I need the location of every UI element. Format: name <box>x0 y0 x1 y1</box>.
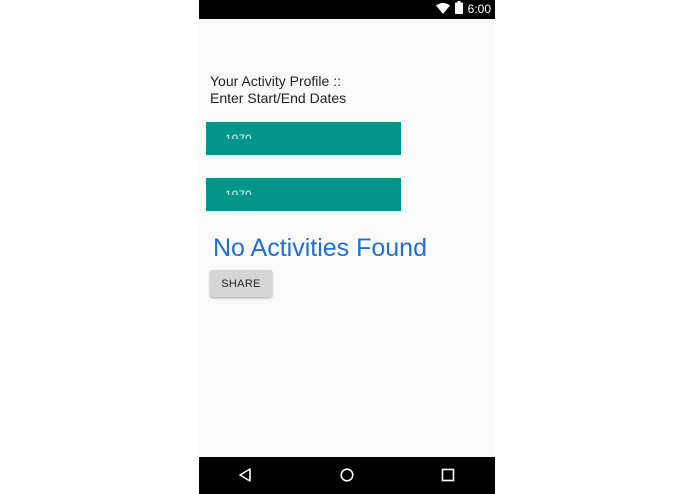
back-icon[interactable] <box>235 465 255 485</box>
status-time: 6:00 <box>467 2 491 16</box>
profile-title-line1: Your Activity Profile :: <box>210 73 341 89</box>
home-icon[interactable] <box>337 465 357 485</box>
end-date-field[interactable]: 1970 <box>206 178 401 211</box>
navigation-bar <box>199 457 495 494</box>
status-icons: 6:00 <box>435 0 491 19</box>
end-date-value: 1970 <box>225 189 252 195</box>
wifi-icon <box>435 1 450 19</box>
profile-title-line2: Enter Start/End Dates <box>210 90 347 106</box>
main-content: Your Activity Profile :: Enter Start/End… <box>199 19 495 457</box>
status-bar: 6:00 <box>199 0 495 19</box>
profile-title: Your Activity Profile :: Enter Start/End… <box>210 73 346 107</box>
battery-icon <box>454 0 463 19</box>
start-date-value: 1970 <box>225 133 252 139</box>
recent-apps-icon[interactable] <box>438 465 458 485</box>
share-button[interactable]: SHARE <box>210 270 272 297</box>
no-activities-message: No Activities Found <box>213 234 427 262</box>
start-date-field[interactable]: 1970 <box>206 122 401 155</box>
phone-screen: 6:00 Your Activity Profile :: Enter Star… <box>199 0 495 494</box>
